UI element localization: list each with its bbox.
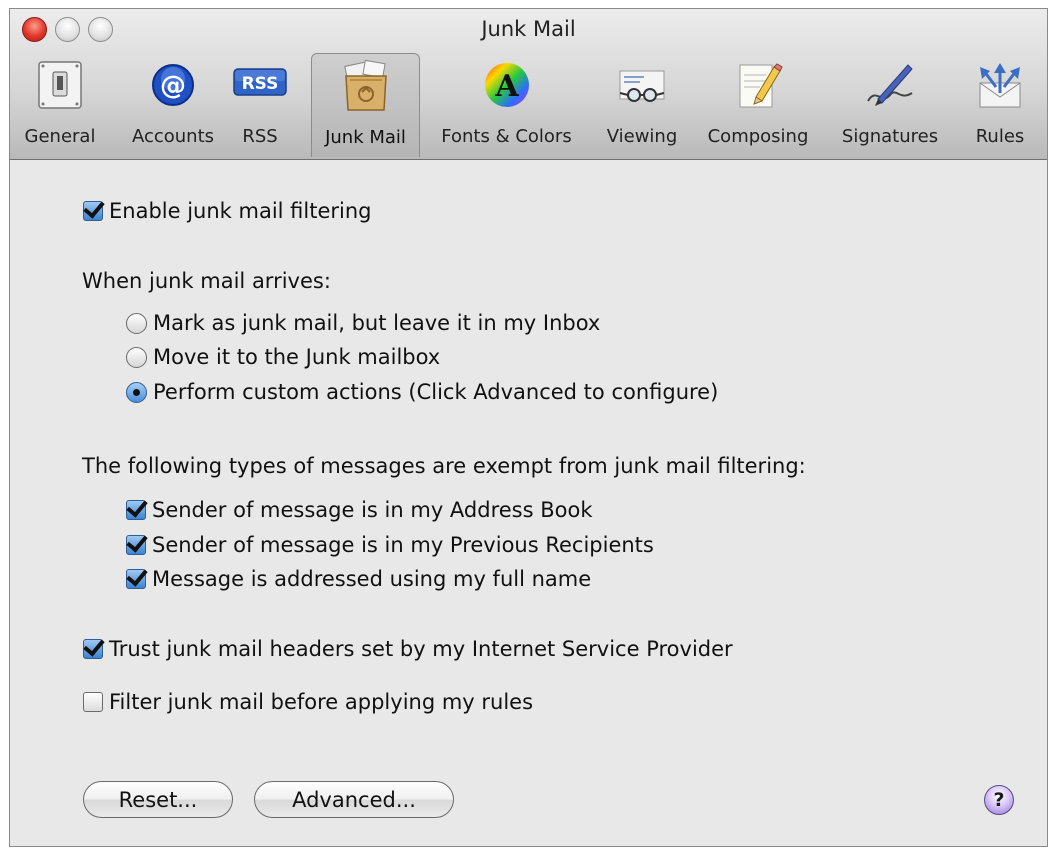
exempt-heading: The following types of messages are exem…: [82, 454, 806, 478]
tab-label: Junk Mail: [325, 127, 406, 148]
option-label: Perform custom actions (Click Advanced t…: [153, 380, 719, 404]
advanced-button[interactable]: Advanced...: [254, 781, 454, 818]
tab-label: Fonts & Colors: [441, 126, 572, 147]
tab-viewing[interactable]: Viewing: [594, 53, 690, 157]
title-bar: Junk Mail General @ Accounts RSS RSS Jun…: [10, 9, 1047, 160]
exempt-label: Message is addressed using my full name: [152, 567, 592, 591]
exempt-previous-recipients-row[interactable]: Sender of message is in my Previous Reci…: [126, 533, 654, 557]
tab-signatures[interactable]: Signatures: [828, 53, 952, 157]
exempt-address-book-row[interactable]: Sender of message is in my Address Book: [126, 498, 593, 522]
enable-junk-filter-label: Enable junk mail filtering: [109, 199, 372, 223]
help-icon: ?: [993, 789, 1005, 811]
tab-junk-mail[interactable]: Junk Mail: [311, 53, 420, 157]
preferences-window: Junk Mail General @ Accounts RSS RSS Jun…: [9, 8, 1048, 847]
filter-before-rules-row[interactable]: Filter junk mail before applying my rule…: [83, 690, 533, 714]
glasses-envelope-icon: [619, 70, 665, 102]
svg-text:A: A: [494, 69, 519, 104]
reset-button[interactable]: Reset...: [83, 781, 233, 818]
exempt-previous-recipients-checkbox[interactable]: [126, 535, 146, 555]
rss-icon: RSS: [233, 68, 287, 96]
trust-isp-headers-row[interactable]: Trust junk mail headers set by my Intern…: [83, 637, 733, 661]
help-button[interactable]: ?: [984, 785, 1014, 815]
enable-junk-filter-checkbox[interactable]: [83, 201, 103, 221]
window-title: Junk Mail: [481, 17, 576, 41]
exempt-full-name-row[interactable]: Message is addressed using my full name: [126, 567, 591, 591]
tab-label: Accounts: [131, 126, 215, 147]
option-label: Mark as junk mail, but leave it in my In…: [153, 311, 601, 335]
option-move-to-junk[interactable]: Move it to the Junk mailbox: [126, 345, 440, 369]
trust-isp-headers-checkbox[interactable]: [83, 639, 103, 659]
tab-accounts[interactable]: @ Accounts: [120, 53, 226, 157]
when-arrives-heading: When junk mail arrives:: [82, 269, 331, 293]
exempt-label: Sender of message is in my Address Book: [152, 498, 593, 522]
mark-as-junk-radio[interactable]: [126, 312, 147, 334]
exempt-label: Sender of message is in my Previous Reci…: [152, 533, 654, 557]
tab-label: Signatures: [841, 126, 939, 147]
tab-label: Viewing: [606, 126, 678, 147]
tab-label: RSS: [242, 126, 278, 147]
font-color-wheel-icon: A: [484, 63, 529, 107]
custom-actions-radio[interactable]: [126, 381, 147, 403]
tab-label: General: [24, 126, 96, 147]
tab-fonts-colors[interactable]: A Fonts & Colors: [428, 53, 585, 157]
junk-mail-pane: Enable junk mail filtering When junk mai…: [10, 160, 1047, 846]
enable-junk-filter-row[interactable]: Enable junk mail filtering: [83, 199, 372, 223]
tab-composing[interactable]: Composing: [696, 53, 820, 157]
option-custom-actions[interactable]: Perform custom actions (Click Advanced t…: [126, 380, 718, 404]
junk-mail-bag-icon: [343, 59, 387, 111]
switch-icon: [38, 61, 82, 109]
tab-label: Rules: [975, 126, 1025, 147]
trust-isp-headers-label: Trust junk mail headers set by my Intern…: [109, 637, 733, 661]
tab-general[interactable]: General: [10, 53, 110, 157]
at-sign-icon: @: [152, 64, 194, 106]
move-to-junk-radio[interactable]: [126, 346, 147, 368]
filter-before-rules-label: Filter junk mail before applying my rule…: [109, 690, 534, 714]
rules-arrows-icon: [979, 63, 1021, 108]
preferences-toolbar: General @ Accounts RSS RSS Junk Mail A F…: [10, 53, 1047, 159]
exempt-full-name-checkbox[interactable]: [126, 569, 146, 589]
svg-text:RSS: RSS: [242, 74, 279, 94]
exempt-label: The following types of messages are exem…: [82, 454, 806, 478]
tab-rss[interactable]: RSS RSS: [228, 53, 292, 157]
option-label: Move it to the Junk mailbox: [153, 345, 441, 369]
tab-rules[interactable]: Rules: [960, 53, 1040, 157]
pen-signature-icon: [867, 64, 913, 106]
svg-text:@: @: [160, 71, 186, 101]
tab-label: Composing: [707, 126, 809, 147]
filter-before-rules-checkbox[interactable]: [83, 692, 103, 712]
option-mark-as-junk[interactable]: Mark as junk mail, but leave it in my In…: [126, 311, 600, 335]
exempt-address-book-checkbox[interactable]: [126, 500, 146, 520]
pencil-paper-icon: [739, 63, 783, 108]
when-arrives-label: When junk mail arrives:: [82, 269, 331, 293]
